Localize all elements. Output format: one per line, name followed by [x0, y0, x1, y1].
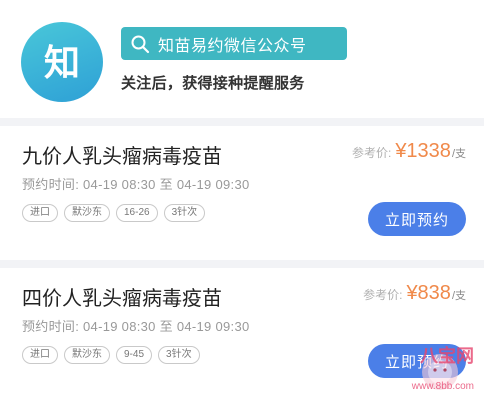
watermark-url: www.8bb.com [411, 381, 474, 392]
watermark-text: 八宝网 [420, 346, 474, 366]
price-label: 参考价: [363, 288, 403, 302]
logo-glyph: 知 [44, 42, 80, 82]
vaccine-card: 九价人乳头瘤病毒疫苗 参考价: ¥1338 /支 预约时间: 04-19 08:… [0, 126, 484, 260]
vaccine-name: 九价人乳头瘤病毒疫苗 [22, 146, 222, 168]
tag: 16-26 [116, 204, 158, 222]
header-banner: 知 知苗易约微信公众号 关注后，获得接种提醒服务 [0, 0, 484, 118]
search-icon [131, 35, 150, 53]
tag: 默沙东 [64, 204, 110, 222]
appointment-time: 预约时间: 04-19 08:30 至 04-19 09:30 [22, 319, 250, 334]
follow-subtitle: 关注后，获得接种提醒服务 [121, 75, 305, 92]
book-now-button[interactable]: 立即预约 [368, 202, 466, 236]
tag: 进口 [22, 346, 58, 364]
tag-list: 进口 默沙东 16-26 3针次 [22, 204, 211, 222]
tag-list: 进口 默沙东 9-45 3针次 [22, 346, 206, 364]
tag: 进口 [22, 204, 58, 222]
appointment-time: 预约时间: 04-19 08:30 至 04-19 09:30 [22, 177, 250, 192]
price-info: 参考价: ¥1338 /支 [352, 140, 466, 163]
price-label: 参考价: [351, 146, 392, 160]
tag: 9-45 [116, 346, 153, 364]
wechat-account-search[interactable]: 知苗易约微信公众号 [121, 27, 347, 60]
price-unit: /支 [451, 290, 466, 302]
svg-text:知: 知 [44, 42, 80, 82]
tag: 3针次 [163, 204, 206, 222]
search-label: 知苗易约微信公众号 [158, 37, 307, 55]
price-info: 参考价: ¥838 /支 [363, 282, 466, 305]
tag: 3针次 [158, 346, 200, 364]
price-value: ¥1338 [395, 140, 451, 162]
zhimiao-logo: 知 [21, 22, 103, 102]
tag: 默沙东 [64, 346, 110, 364]
price-unit: /支 [451, 148, 466, 160]
price-value: ¥838 [406, 282, 451, 304]
vaccine-name: 四价人乳头瘤病毒疫苗 [22, 288, 222, 310]
